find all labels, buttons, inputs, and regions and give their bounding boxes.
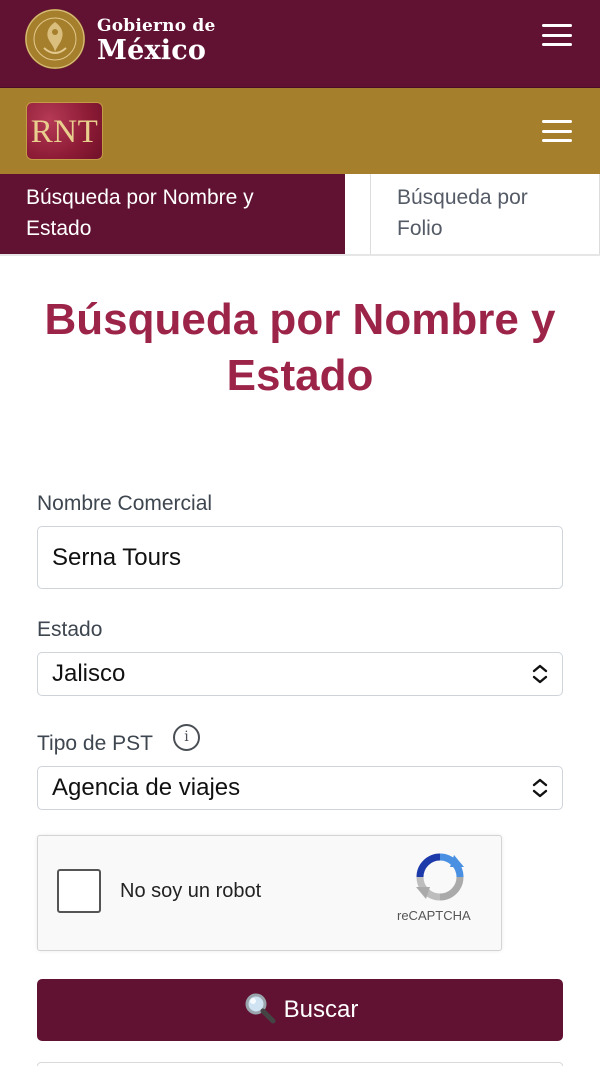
gov-title-line2: México bbox=[97, 35, 207, 66]
hamburger-line bbox=[542, 129, 572, 133]
estado-label: Estado bbox=[37, 618, 103, 641]
nombre-comercial-label: Nombre Comercial bbox=[37, 492, 213, 515]
tipo-pst-select[interactable]: Agencia de viajes bbox=[37, 766, 563, 810]
hamburger-line bbox=[542, 24, 572, 27]
select-arrows-icon bbox=[532, 664, 548, 684]
gov-title[interactable]: Gobierno de México bbox=[97, 16, 216, 66]
estado-select[interactable]: Jalisco bbox=[37, 652, 563, 696]
hamburger-line bbox=[542, 33, 572, 37]
recaptcha-label: No soy un robot bbox=[120, 880, 262, 902]
rnt-logo[interactable]: RNT bbox=[26, 102, 103, 160]
buscar-label: Buscar bbox=[283, 996, 359, 1023]
gov-menu-button[interactable] bbox=[542, 24, 572, 46]
hamburger-line bbox=[542, 139, 572, 142]
hamburger-line bbox=[542, 43, 572, 46]
mexico-seal-icon bbox=[25, 9, 85, 69]
next-section-edge bbox=[37, 1062, 563, 1066]
gov-title-line1: Gobierno de bbox=[97, 16, 216, 36]
rnt-menu-button[interactable] bbox=[542, 120, 572, 142]
estado-selected-value: Jalisco bbox=[52, 660, 126, 687]
gov-header: Gobierno de México bbox=[0, 0, 600, 88]
hamburger-line bbox=[542, 120, 572, 123]
nombre-comercial-input[interactable]: Serna Tours bbox=[37, 526, 563, 589]
rnt-header: RNT bbox=[0, 88, 600, 174]
tipo-pst-label: Tipo de PST bbox=[37, 732, 153, 755]
tab-nombre-estado[interactable]: Búsqueda por Nombre y Estado bbox=[0, 174, 345, 254]
tabs-divider bbox=[0, 254, 600, 256]
magnifying-glass-icon bbox=[245, 993, 276, 1024]
search-tabs: Búsqueda por Nombre y Estado Búsqueda po… bbox=[0, 174, 600, 256]
buscar-button[interactable]: Buscar bbox=[37, 979, 563, 1041]
recaptcha-logo-icon bbox=[416, 853, 464, 901]
select-arrows-icon bbox=[532, 778, 548, 798]
page-title: Búsqueda por Nombre y Estado bbox=[44, 295, 556, 400]
info-icon[interactable]: i bbox=[173, 724, 200, 751]
tab-folio[interactable]: Búsqueda por Folio bbox=[370, 174, 600, 254]
recaptcha-brand: reCAPTCHA bbox=[397, 908, 471, 923]
recaptcha-checkbox[interactable] bbox=[57, 869, 101, 913]
nombre-comercial-value: Serna Tours bbox=[52, 544, 181, 571]
recaptcha-widget: No soy un robot reCAPTCHA bbox=[37, 835, 502, 951]
tipo-pst-selected-value: Agencia de viajes bbox=[52, 774, 241, 801]
